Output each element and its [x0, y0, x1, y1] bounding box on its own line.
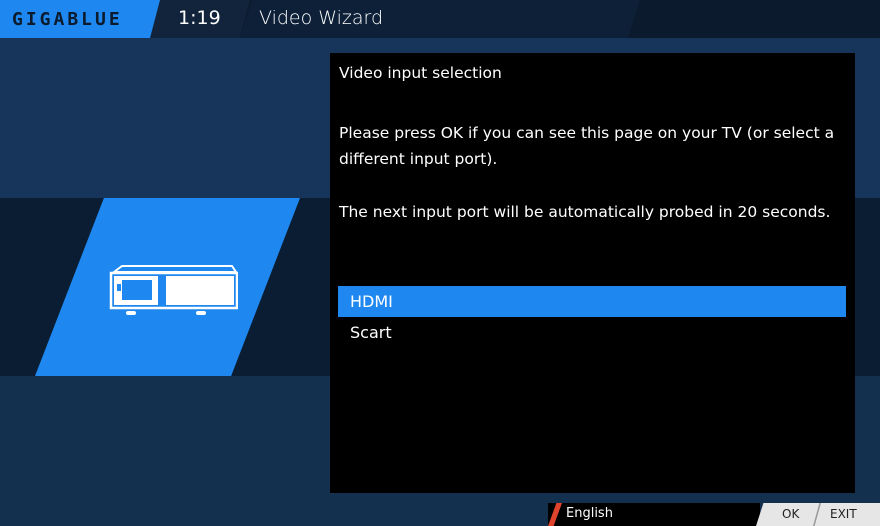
set-top-box-icon: [109, 265, 238, 315]
list-item-scart[interactable]: Scart: [338, 317, 846, 348]
exit-key-hint[interactable]: EXIT: [830, 507, 857, 521]
key-hints: [756, 503, 880, 526]
brand-logo-text: GIGABLUE: [12, 9, 123, 30]
probe-notice: The next input port will be automaticall…: [339, 203, 831, 221]
input-port-list: HDMI Scart: [338, 286, 846, 348]
clock: 1:19: [178, 7, 221, 29]
content-panel: [330, 53, 855, 493]
language-label: English: [566, 506, 613, 521]
list-item-hdmi[interactable]: HDMI: [338, 286, 846, 317]
ok-key-hint[interactable]: OK: [782, 507, 799, 521]
page-title: Video Wizard: [259, 7, 384, 29]
instruction-text: Please press OK if you can see this page…: [339, 124, 835, 168]
screen: GIGABLUE 1:19 Video Wizard Video input s…: [0, 0, 880, 526]
section-heading: Video input selection: [339, 64, 502, 82]
